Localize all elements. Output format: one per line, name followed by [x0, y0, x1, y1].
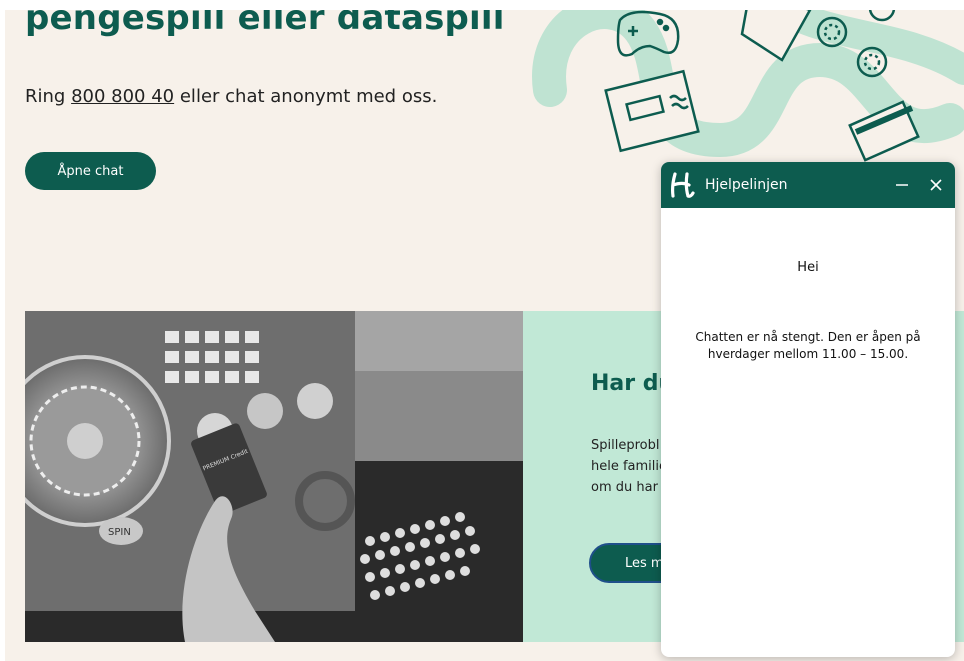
chat-title: Hjelpelinjen	[705, 177, 788, 193]
info-text-line: Spilleprobl	[591, 438, 660, 453]
page-title: pengespill eller dataspill	[25, 10, 505, 38]
info-text: Spilleprobl hele familie om du har	[591, 435, 667, 498]
credit-card-icon	[848, 100, 920, 162]
minimize-icon[interactable]	[891, 174, 913, 196]
h-logo-icon	[671, 172, 695, 198]
hero-text: Ring 800 800 40 eller chat anonymt med o…	[25, 86, 437, 107]
chat-header: Hjelpelinjen	[661, 162, 955, 208]
gambling-photo: SPIN PREMIUM Credit	[25, 311, 523, 642]
phone-link[interactable]: 800 800 40	[71, 86, 174, 107]
chat-body: Hei Chatten er nå stengt. Den er åpen på…	[661, 260, 955, 363]
info-text-line: hele familie	[591, 459, 668, 474]
info-text-line: om du har	[591, 480, 658, 495]
photo-scene: SPIN PREMIUM Credit	[25, 311, 523, 642]
spin-button-label: SPIN	[108, 527, 131, 538]
hero-text-suffix: eller chat anonymt med oss.	[174, 86, 438, 107]
chat-status-message: Chatten er nå stengt. Den er åpen på hve…	[695, 330, 921, 361]
chat-greeting: Hei	[797, 260, 819, 275]
hero-text-prefix: Ring	[25, 86, 72, 107]
close-icon[interactable]	[925, 174, 947, 196]
chat-widget: Hjelpelinjen Hei Chatten er nå stengt. D…	[661, 162, 955, 657]
open-chat-button[interactable]: Åpne chat	[25, 152, 156, 190]
